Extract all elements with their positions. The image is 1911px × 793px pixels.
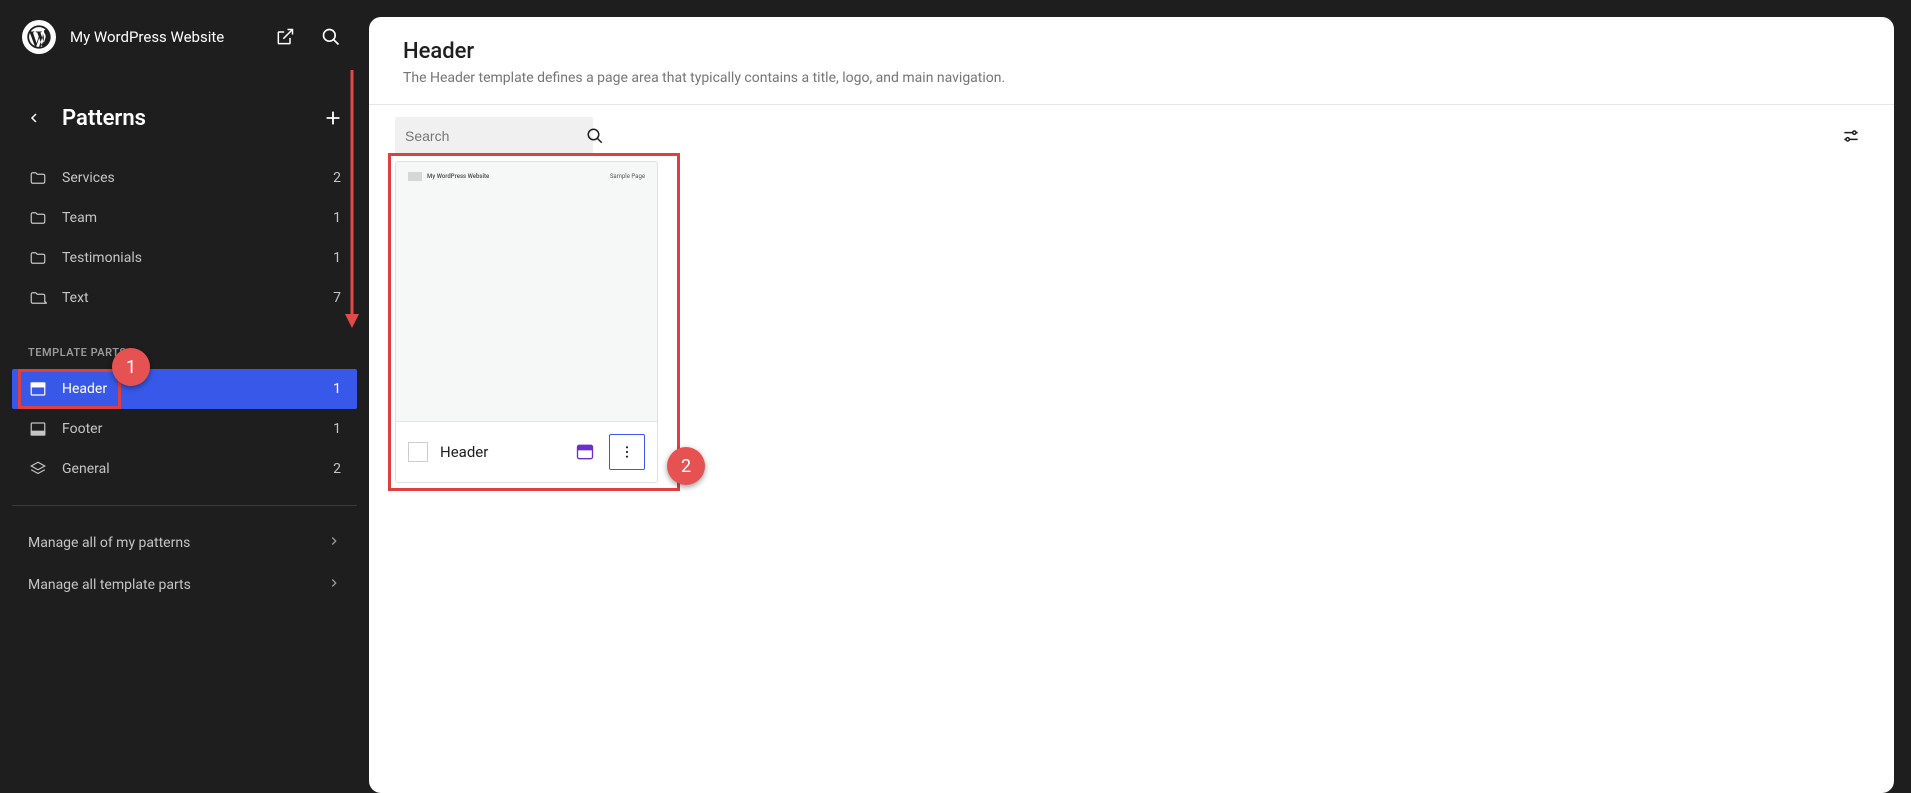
back-button[interactable] <box>22 106 46 130</box>
folder-icon <box>28 168 48 188</box>
chevron-right-icon <box>327 534 341 552</box>
sidebar-item-label: Services <box>62 170 319 186</box>
sidebar-item-text[interactable]: Text 7 <box>12 278 357 318</box>
editor-canvas: Header The Header template defines a pag… <box>369 17 1894 793</box>
layers-icon <box>28 459 48 479</box>
sidebar-item-services[interactable]: Services 2 <box>12 158 357 198</box>
sidebar-item-label: Footer <box>62 421 319 437</box>
manage-patterns-link[interactable]: Manage all of my patterns <box>0 522 369 564</box>
site-title: My WordPress Website <box>70 28 255 46</box>
sidebar-item-count: 7 <box>333 290 341 306</box>
sidebar-item-label: Team <box>62 210 319 226</box>
pattern-card-footer: Header <box>396 422 657 482</box>
canvas-header: Header The Header template defines a pag… <box>369 17 1894 105</box>
footer-layout-icon <box>28 419 48 439</box>
search-field-wrap <box>395 117 593 155</box>
preview-nav-item: Sample Page <box>610 173 645 180</box>
panel-header: Patterns <box>0 74 369 150</box>
divider <box>12 505 357 506</box>
preview-logo-placeholder <box>408 172 422 181</box>
sidebar-item-header[interactable]: Header 1 <box>12 369 357 409</box>
toolbar <box>369 105 1894 155</box>
manage-label: Manage all template parts <box>28 577 191 593</box>
main-content: Header The Header template defines a pag… <box>369 0 1911 793</box>
sidebar-item-footer[interactable]: Footer 1 <box>12 409 357 449</box>
sidebar-item-team[interactable]: Team 1 <box>12 198 357 238</box>
manage-template-parts-link[interactable]: Manage all template parts <box>0 564 369 606</box>
sidebar-item-count: 1 <box>333 421 341 437</box>
sidebar-item-label: General <box>62 461 319 477</box>
sidebar-item-label: Header <box>62 381 319 397</box>
sidebar-item-count: 2 <box>333 170 341 186</box>
folder-icon <box>28 208 48 228</box>
folder-icon <box>28 288 48 308</box>
sidebar-item-testimonials[interactable]: Testimonials 1 <box>12 238 357 278</box>
preview-mini-header: My WordPress Website Sample Page <box>408 172 645 181</box>
pattern-card-header[interactable]: My WordPress Website Sample Page Header <box>395 161 658 483</box>
sidebar-item-count: 1 <box>333 210 341 226</box>
sidebar-top: My WordPress Website <box>0 0 369 74</box>
annotation-badge-2: 2 <box>667 447 705 485</box>
template-parts-list: Header 1 Footer 1 General 2 <box>0 369 369 489</box>
search-icon <box>586 127 604 145</box>
header-layout-icon <box>28 379 48 399</box>
section-label-template-parts: TEMPLATE PARTS <box>0 318 369 369</box>
wordpress-logo-icon[interactable] <box>22 20 56 54</box>
sidebar-item-count: 1 <box>333 250 341 266</box>
sidebar-item-count: 1 <box>333 381 341 397</box>
settings-icon[interactable] <box>1834 119 1868 153</box>
preview-site-title: My WordPress Website <box>427 173 610 180</box>
panel-title: Patterns <box>62 106 303 131</box>
sidebar-item-label: Text <box>62 290 319 306</box>
sidebar: My WordPress Website Patterns Services 2… <box>0 0 369 793</box>
search-input[interactable] <box>405 128 586 144</box>
view-site-icon[interactable] <box>269 21 301 53</box>
folder-icon <box>28 248 48 268</box>
sidebar-item-label: Testimonials <box>62 250 319 266</box>
category-list: Services 2 Team 1 Testimonials 1 Text 7 <box>0 150 369 318</box>
template-part-type-icon <box>573 440 597 464</box>
select-checkbox[interactable] <box>408 442 428 462</box>
sidebar-item-count: 2 <box>333 461 341 477</box>
search-icon[interactable] <box>315 21 347 53</box>
pattern-name: Header <box>440 443 561 461</box>
more-options-button[interactable] <box>609 434 645 470</box>
chevron-right-icon <box>327 576 341 594</box>
annotation-badge-1: 1 <box>112 348 150 386</box>
add-pattern-button[interactable] <box>319 104 347 132</box>
pattern-preview: My WordPress Website Sample Page <box>396 162 657 422</box>
page-description: The Header template defines a page area … <box>403 70 1860 86</box>
sidebar-item-general[interactable]: General 2 <box>12 449 357 489</box>
manage-label: Manage all of my patterns <box>28 535 190 551</box>
page-title: Header <box>403 39 1860 64</box>
patterns-grid: My WordPress Website Sample Page Header <box>369 155 1894 489</box>
